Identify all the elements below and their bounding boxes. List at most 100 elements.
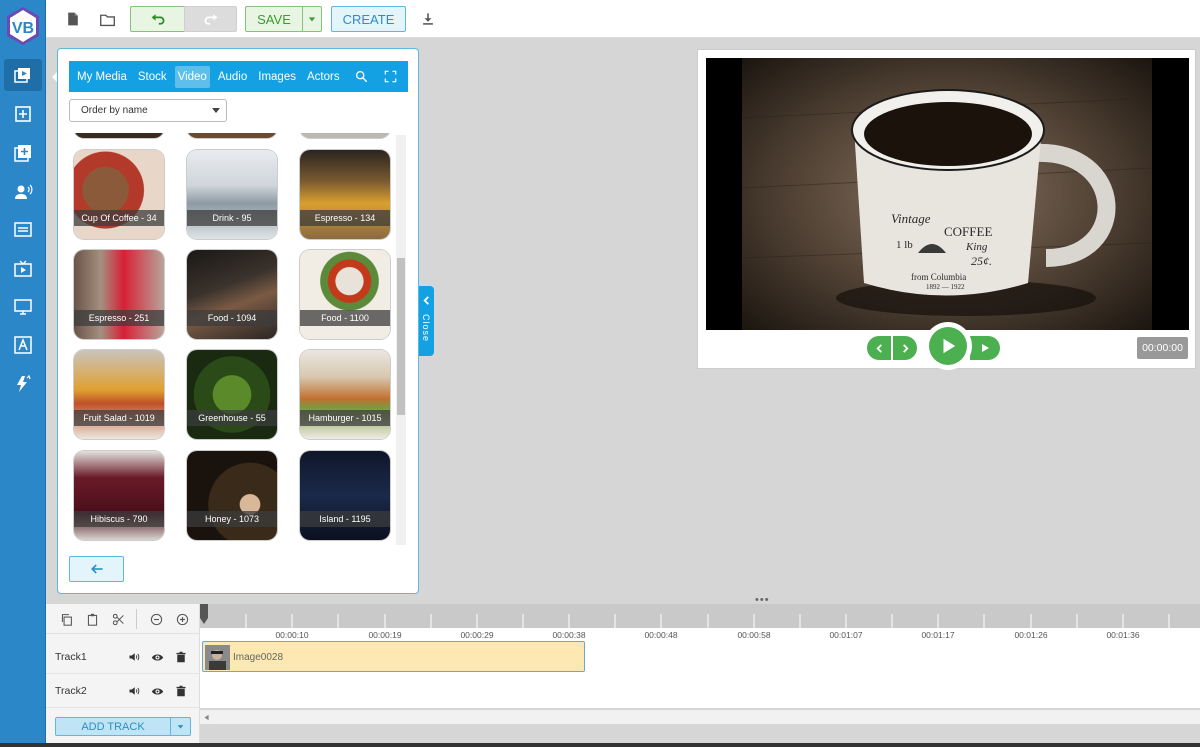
media-thumb-caption: Food - 1094 <box>187 310 277 326</box>
media-thumb[interactable]: Honey - 1073 <box>187 451 277 540</box>
font-icon <box>14 336 32 354</box>
add-track-button[interactable]: ADD TRACK <box>55 717 171 736</box>
media-grid: Cup Of Coffee - 34 Drink - 95 Espresso -… <box>69 133 406 545</box>
save-options-dropdown[interactable] <box>302 6 322 32</box>
track-delete-button[interactable] <box>174 650 188 664</box>
next-frame-button[interactable] <box>893 336 917 360</box>
media-tabs: My Media Stock Video Audio Images Actors <box>69 61 408 92</box>
sidebar-media-button[interactable] <box>4 59 42 91</box>
sidebar-text-button[interactable] <box>4 214 42 246</box>
media-expand-button[interactable] <box>381 67 399 85</box>
tab-my-media[interactable]: My Media <box>74 66 130 88</box>
media-library-icon <box>14 68 30 83</box>
sidebar-add-scene-button[interactable] <box>4 98 42 130</box>
window-bottom-edge <box>0 743 1200 747</box>
open-folder-button[interactable] <box>97 9 117 29</box>
track-mute-button[interactable] <box>127 650 141 664</box>
media-thumb[interactable]: Fruit Salad - 1019 <box>74 350 164 439</box>
top-toolbar: SAVE CREATE <box>46 0 1200 38</box>
timeline-clip[interactable]: Image0028 <box>202 641 585 672</box>
zoom-in-button[interactable] <box>174 611 190 627</box>
clip-label: Image0028 <box>233 652 284 663</box>
tab-stock[interactable]: Stock <box>135 66 170 88</box>
play-button-circle <box>929 327 967 365</box>
copy-button[interactable] <box>58 611 74 627</box>
ruler-tick-label: 00:01:26 <box>1014 630 1048 640</box>
redo-button[interactable] <box>184 6 237 32</box>
eye-icon <box>151 653 163 661</box>
tab-actors[interactable]: Actors <box>304 66 343 88</box>
sidebar-voice-button[interactable] <box>4 176 42 208</box>
media-thumb[interactable]: Food - 1094 <box>187 250 277 339</box>
media-thumb[interactable]: Espresso - 251 <box>74 250 164 339</box>
zoom-out-button[interactable] <box>148 611 164 627</box>
order-select[interactable]: Order by name <box>69 99 227 122</box>
paste-button[interactable] <box>84 611 100 627</box>
create-button[interactable]: CREATE <box>331 6 406 32</box>
cut-button[interactable] <box>110 611 126 627</box>
undo-button[interactable] <box>130 6 185 32</box>
chevron-down-icon <box>212 108 220 113</box>
timeline-toolbar <box>46 604 200 634</box>
track-delete-button[interactable] <box>174 684 188 698</box>
app-logo[interactable]: VB <box>5 6 41 46</box>
media-thumb[interactable]: Hibiscus - 790 <box>74 451 164 540</box>
media-thumb[interactable]: Island - 1195 <box>300 451 390 540</box>
save-button[interactable]: SAVE <box>245 6 303 32</box>
media-thumb[interactable]: Greenhouse - 55 <box>187 350 277 439</box>
new-file-button[interactable] <box>63 9 83 29</box>
zoom-in-icon <box>176 613 188 625</box>
track-visibility-button[interactable] <box>150 650 164 664</box>
timeline-ruler[interactable]: 00:00:10 00:00:19 00:00:29 00:00:38 00:0… <box>200 604 1200 640</box>
media-thumb[interactable]: Drink - 95 <box>187 150 277 239</box>
left-sidebar: VB <box>0 0 46 747</box>
back-button[interactable] <box>69 556 124 582</box>
scissors-icon <box>112 613 124 625</box>
tv-play-icon <box>14 260 32 277</box>
track-visibility-button[interactable] <box>150 684 164 698</box>
order-select-value: Order by name <box>81 105 148 116</box>
prev-frame-button[interactable] <box>867 336 891 360</box>
ruler-tick-label: 00:01:36 <box>1106 630 1140 640</box>
play-next-button[interactable] <box>970 336 1000 360</box>
clip-thumbnail <box>205 645 230 670</box>
media-scroll-thumb[interactable] <box>397 258 405 415</box>
tab-video[interactable]: Video <box>174 65 210 88</box>
media-thumb-caption: Hamburger - 1015 <box>300 410 390 426</box>
track-lane[interactable] <box>200 674 1200 708</box>
media-thumb-partial[interactable] <box>300 133 390 138</box>
tab-audio[interactable]: Audio <box>215 66 250 88</box>
scroll-left-icon[interactable] <box>203 714 210 721</box>
sidebar-effects-button[interactable] <box>4 368 42 400</box>
toolbar-divider <box>136 609 137 629</box>
chevron-left-icon <box>875 343 882 353</box>
timeline-horizontal-scrollbar[interactable] <box>200 710 1200 724</box>
eye-icon <box>151 687 163 695</box>
sidebar-video-button[interactable] <box>4 253 42 285</box>
sidebar-add-layer-button[interactable] <box>4 137 42 169</box>
tab-images[interactable]: Images <box>255 66 299 88</box>
media-thumb-partial[interactable] <box>74 133 164 138</box>
media-thumb[interactable]: Hamburger - 1015 <box>300 350 390 439</box>
sidebar-font-button[interactable] <box>4 329 42 361</box>
sidebar-screen-button[interactable] <box>4 291 42 323</box>
download-icon <box>423 13 433 25</box>
media-thumb-caption: Greenhouse - 55 <box>187 410 277 426</box>
play-button[interactable] <box>924 322 972 370</box>
volume-icon <box>129 687 140 695</box>
media-scrollbar[interactable] <box>396 135 406 545</box>
media-thumb-partial[interactable] <box>187 133 277 138</box>
close-panel-tab[interactable]: Close <box>419 286 434 356</box>
track-mute-button[interactable] <box>127 684 141 698</box>
media-thumb[interactable]: Espresso - 134 <box>300 150 390 239</box>
media-thumb-caption: Food - 1100 <box>300 310 390 326</box>
media-search-button[interactable] <box>352 67 370 85</box>
add-track-options-dropdown[interactable] <box>170 717 191 736</box>
zoom-out-icon <box>150 613 162 625</box>
download-button[interactable] <box>418 9 438 29</box>
media-thumb[interactable]: Food - 1100 <box>300 250 390 339</box>
subtitles-icon <box>14 222 32 237</box>
coffee-mug-image: Vintage COFFEE 1 lb King 25¢. from Colum… <box>706 58 1189 330</box>
media-thumb[interactable]: Cup Of Coffee - 34 <box>74 150 164 239</box>
lightning-icon <box>17 374 31 392</box>
